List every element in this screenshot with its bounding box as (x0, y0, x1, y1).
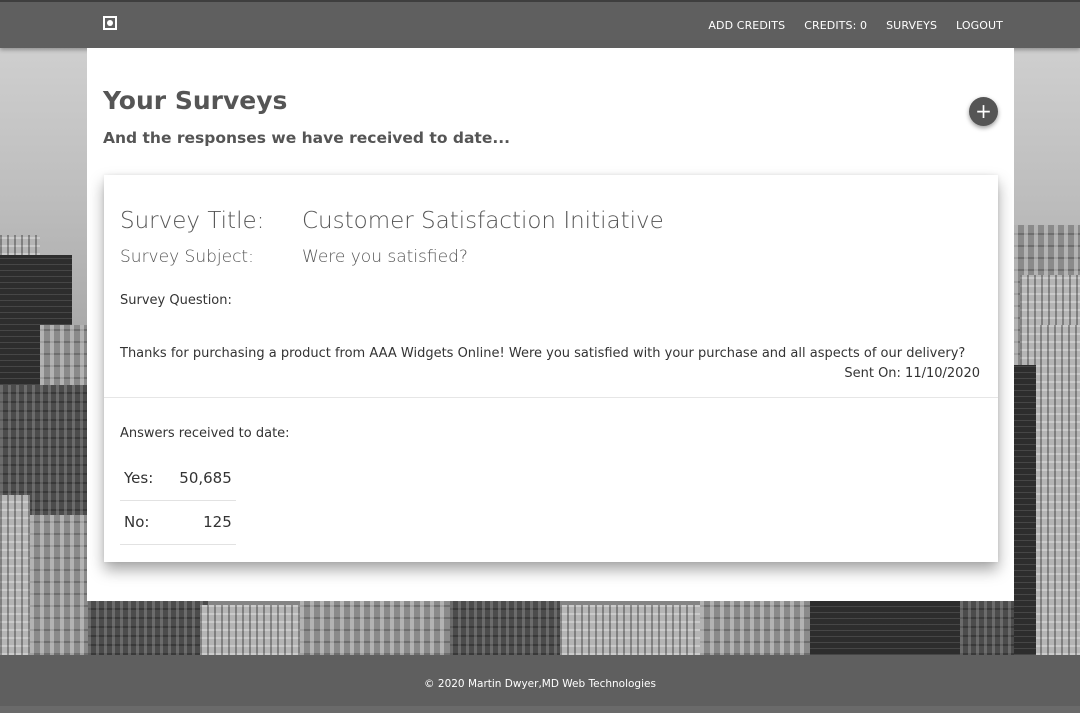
page-subtitle: And the responses we have received to da… (103, 129, 511, 147)
answers-label: Answers received to date: (120, 426, 290, 441)
add-survey-button[interactable]: + (969, 97, 998, 126)
copyright-text: © 2020 Martin Dwyer,MD Web Technologies (424, 678, 656, 690)
focus-frame-icon[interactable] (103, 16, 117, 30)
answer-count: 50,685 (157, 457, 236, 501)
answer-label: Yes: (120, 457, 158, 501)
survey-title-label: Survey Title: (120, 208, 265, 234)
top-navbar: ADD CREDITS CREDITS: 0 SURVEYS LOGOUT (0, 0, 1080, 48)
table-row: No: 125 (120, 500, 236, 545)
survey-card: Survey Title: Customer Satisfaction Init… (104, 175, 998, 562)
survey-question: Thanks for purchasing a product from AAA… (120, 346, 966, 361)
sent-on-date: Sent On: 11/10/2020 (844, 366, 980, 381)
credits-count-link[interactable]: CREDITS: 0 (804, 19, 867, 32)
answers-table: Yes: 50,685 No: 125 (120, 457, 236, 545)
survey-title: Customer Satisfaction Initiative (302, 208, 664, 234)
surveys-panel: Your Surveys And the responses we have r… (87, 48, 1014, 601)
footer: © 2020 Martin Dwyer,MD Web Technologies (0, 655, 1080, 706)
page-title: Your Surveys (103, 86, 288, 115)
answer-label: No: (120, 500, 158, 545)
add-credits-link[interactable]: ADD CREDITS (708, 19, 785, 32)
surveys-link[interactable]: SURVEYS (886, 19, 937, 32)
survey-subject-label: Survey Subject: (120, 247, 254, 267)
card-divider (104, 397, 998, 398)
survey-question-label: Survey Question: (120, 293, 232, 308)
table-row: Yes: 50,685 (120, 457, 236, 501)
survey-subject: Were you satisfied? (302, 247, 468, 267)
nav-links: ADD CREDITS CREDITS: 0 SURVEYS LOGOUT (708, 19, 1003, 32)
answer-count: 125 (157, 500, 236, 545)
logout-link[interactable]: LOGOUT (956, 19, 1003, 32)
